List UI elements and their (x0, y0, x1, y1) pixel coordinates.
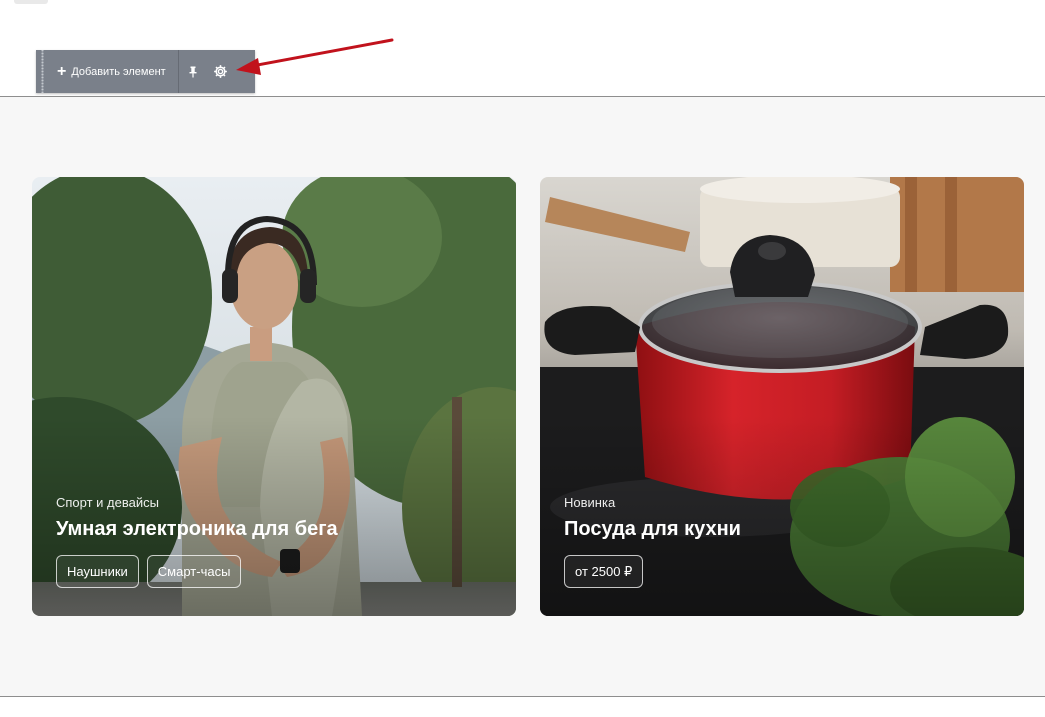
card-text: Спорт и девайсы Умная электроника для бе… (56, 495, 338, 588)
plus-icon: + (57, 62, 67, 80)
add-element-button[interactable]: + Добавить элемент (47, 50, 178, 93)
block-editor-toolbar: + Добавить элемент (36, 50, 255, 93)
card-chips: Наушники Смарт-часы (56, 555, 338, 588)
promo-card-cookware[interactable]: Новинка Посуда для кухни от 2500 ₽ (540, 177, 1024, 616)
promo-card-electronics[interactable]: Спорт и девайсы Умная электроника для бе… (32, 177, 516, 616)
drag-handle[interactable] (38, 50, 47, 93)
card-title: Умная электроника для бега (56, 518, 338, 540)
card-chips: от 2500 ₽ (564, 555, 741, 588)
settings-button[interactable] (207, 50, 235, 93)
card-text: Новинка Посуда для кухни от 2500 ₽ (564, 495, 741, 588)
chip-headphones[interactable]: Наушники (56, 555, 139, 588)
card-category: Новинка (564, 495, 616, 510)
add-element-label: Добавить элемент (71, 65, 166, 78)
chip-smartwatch[interactable]: Смарт-часы (146, 555, 242, 588)
card-category: Спорт и девайсы (56, 495, 159, 510)
pin-icon (189, 66, 197, 77)
gear-icon (214, 65, 228, 78)
pin-button[interactable] (179, 50, 207, 93)
card-title: Посуда для кухни (564, 518, 741, 540)
content-section: Спорт и девайсы Умная электроника для бе… (0, 96, 1045, 697)
chip-price[interactable]: от 2500 ₽ (564, 555, 644, 588)
top-edge-tab (14, 0, 48, 4)
